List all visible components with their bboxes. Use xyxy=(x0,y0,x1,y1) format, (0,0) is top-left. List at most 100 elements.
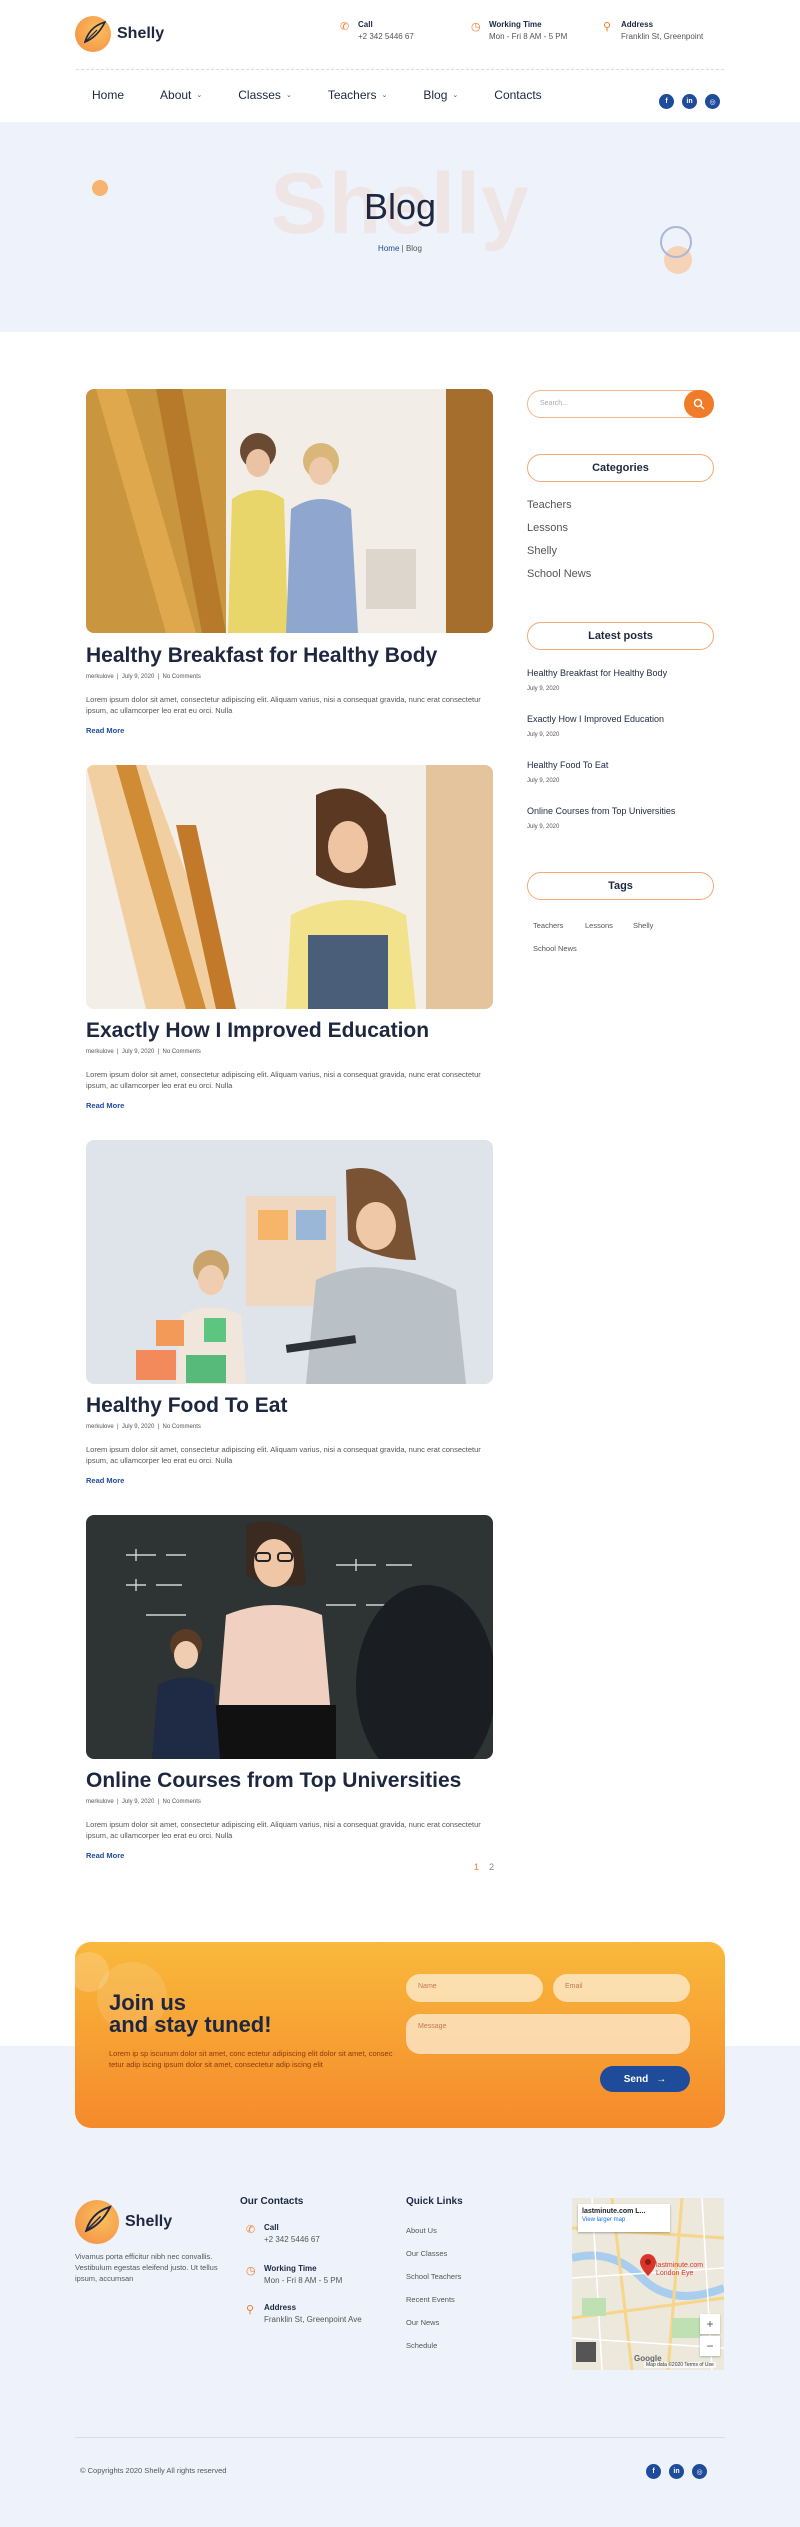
message-placeholder: Message xyxy=(418,2023,447,2030)
post-date[interactable]: July 9, 2020 xyxy=(122,1799,154,1805)
read-more-link[interactable]: Read More xyxy=(86,726,124,735)
post-image[interactable] xyxy=(86,389,493,633)
quick-link[interactable]: Our News xyxy=(406,2318,439,2327)
tag-link[interactable]: Shelly xyxy=(633,921,653,930)
post-author[interactable]: merkulove xyxy=(86,1049,114,1055)
cta-title: Join us and stay tuned! xyxy=(109,1992,272,2036)
decor-ring xyxy=(660,226,692,258)
post-excerpt: Lorem ipsum dolor sit amet, consectetur … xyxy=(86,695,481,715)
post-author[interactable]: merkulove xyxy=(86,1424,114,1430)
nav-label: About xyxy=(160,88,192,102)
breadcrumb-current: Blog xyxy=(405,244,422,253)
post-author[interactable]: merkulove xyxy=(86,1799,114,1805)
latest-post-title[interactable]: Healthy Food To Eat xyxy=(527,760,608,770)
category-item[interactable]: School News xyxy=(527,568,591,580)
location-map[interactable]: lastminute.com L... View larger map last… xyxy=(572,2198,724,2370)
page-hero: Shelly Blog Home | Blog xyxy=(0,122,800,332)
post-date[interactable]: July 9, 2020 xyxy=(122,1049,154,1055)
post-image[interactable] xyxy=(86,765,493,1009)
zoom-out-button[interactable]: − xyxy=(700,2336,720,2356)
footer-logo[interactable]: Shelly xyxy=(75,2200,172,2244)
nav-label: Contacts xyxy=(494,88,542,102)
breadcrumb-home[interactable]: Home xyxy=(378,244,399,253)
footer-call[interactable]: ✆ Call +2 342 5446 67 xyxy=(246,2223,320,2244)
post-title[interactable]: Exactly How I Improved Education xyxy=(86,1019,429,1043)
category-item[interactable]: Teachers xyxy=(527,499,572,511)
post-meta: merkulove | July 9, 2020 | No Comments xyxy=(86,1049,201,1055)
category-item[interactable]: Lessons xyxy=(527,522,568,534)
read-more-link[interactable]: Read More xyxy=(86,1476,124,1485)
post-comments[interactable]: No Comments xyxy=(163,674,201,680)
quick-link[interactable]: About Us xyxy=(406,2226,437,2235)
post-title[interactable]: Healthy Breakfast for Healthy Body xyxy=(86,644,437,668)
call-value: +2 342 5446 67 xyxy=(358,32,414,41)
footer-address: ⚲ Address Franklin St, Greenpoint Ave xyxy=(246,2303,362,2324)
post-date[interactable]: July 9, 2020 xyxy=(122,1424,154,1430)
name-placeholder: Name xyxy=(418,1983,437,1990)
chevron-down-icon: ⌄ xyxy=(285,92,292,99)
search-input[interactable]: Search... xyxy=(527,390,714,418)
address-title: Address xyxy=(621,20,654,29)
facebook-icon[interactable]: f xyxy=(659,94,674,109)
quick-link[interactable]: Recent Events xyxy=(406,2295,455,2304)
header-call[interactable]: ✆ Call +2 342 5446 67 xyxy=(340,20,414,41)
latest-post-title[interactable]: Online Courses from Top Universities xyxy=(527,806,675,816)
post-title[interactable]: Healthy Food To Eat xyxy=(86,1394,287,1418)
instagram-icon[interactable]: ◎ xyxy=(692,2464,707,2479)
post-comments[interactable]: No Comments xyxy=(163,1424,201,1430)
latest-post-title[interactable]: Exactly How I Improved Education xyxy=(527,714,664,724)
search-button[interactable] xyxy=(684,390,714,418)
copyright-text: © Copyrights 2020 Shelly All rights rese… xyxy=(80,2466,227,2475)
address-value: Franklin St, Greenpoint Ave xyxy=(264,2315,362,2324)
brand-logo[interactable]: Shelly xyxy=(75,16,164,52)
read-more-link[interactable]: Read More xyxy=(86,1101,124,1110)
logo-leaf-icon xyxy=(75,16,111,52)
zoom-in-button[interactable]: + xyxy=(700,2314,720,2334)
send-label: Send xyxy=(623,2073,649,2085)
map-pin-label: lastminute.com London Eye xyxy=(656,2262,704,2277)
post-comments[interactable]: No Comments xyxy=(163,1799,201,1805)
quick-link[interactable]: Schedule xyxy=(406,2341,437,2350)
nav-item-contacts[interactable]: Contacts xyxy=(494,88,541,102)
quick-link[interactable]: School Teachers xyxy=(406,2272,461,2281)
message-field[interactable]: Message xyxy=(406,2014,690,2054)
latest-post-date: July 9, 2020 xyxy=(527,824,560,830)
linkedin-icon[interactable]: in xyxy=(669,2464,684,2479)
category-item[interactable]: Shelly xyxy=(527,545,557,557)
linkedin-icon[interactable]: in xyxy=(682,94,697,109)
nav-item-about[interactable]: About ⌄ xyxy=(160,88,202,102)
tag-link[interactable]: School News xyxy=(533,944,577,953)
name-field[interactable]: Name xyxy=(406,1974,543,2002)
address-value: Franklin St, Greenpoint xyxy=(621,32,704,41)
quick-links-heading: Quick Links xyxy=(406,2196,463,2207)
post-title[interactable]: Online Courses from Top Universities xyxy=(86,1769,461,1793)
post-comments[interactable]: No Comments xyxy=(163,1049,201,1055)
instagram-icon[interactable]: ◎ xyxy=(705,94,720,109)
nav-item-teachers[interactable]: Teachers ⌄ xyxy=(328,88,388,102)
facebook-icon[interactable]: f xyxy=(646,2464,661,2479)
view-larger-map-link[interactable]: View larger map xyxy=(582,2217,666,2223)
email-field[interactable]: Email xyxy=(553,1974,690,2002)
post-image[interactable] xyxy=(86,1515,493,1759)
post-date[interactable]: July 9, 2020 xyxy=(122,674,154,680)
hours-title: Working Time xyxy=(264,2264,317,2273)
quick-link[interactable]: Our Classes xyxy=(406,2249,447,2258)
nav-item-blog[interactable]: Blog ⌄ xyxy=(423,88,458,102)
map-place-card: lastminute.com L... View larger map xyxy=(578,2204,670,2232)
tag-link[interactable]: Teachers xyxy=(533,921,563,930)
post-author[interactable]: merkulove xyxy=(86,674,114,680)
nav-item-classes[interactable]: Classes ⌄ xyxy=(238,88,292,102)
phone-icon: ✆ xyxy=(246,2224,256,2236)
map-attribution[interactable]: Map data ©2020 Terms of Use xyxy=(644,2362,716,2368)
top-header: Shelly ✆ Call +2 342 5446 67 ◷ Working T… xyxy=(0,0,800,70)
latest-post-title[interactable]: Healthy Breakfast for Healthy Body xyxy=(527,668,667,678)
hours-value: Mon - Fri 8 AM - 5 PM xyxy=(489,32,568,41)
tag-link[interactable]: Lessons xyxy=(585,921,613,930)
nav-item-home[interactable]: Home xyxy=(92,88,124,102)
read-more-link[interactable]: Read More xyxy=(86,1851,124,1860)
page-link[interactable]: 2 xyxy=(489,1862,494,1872)
post-image[interactable] xyxy=(86,1140,493,1384)
post-meta: merkulove | July 9, 2020 | No Comments xyxy=(86,1424,201,1430)
page-current[interactable]: 1 xyxy=(474,1862,479,1872)
send-button[interactable]: Send → xyxy=(600,2066,690,2092)
